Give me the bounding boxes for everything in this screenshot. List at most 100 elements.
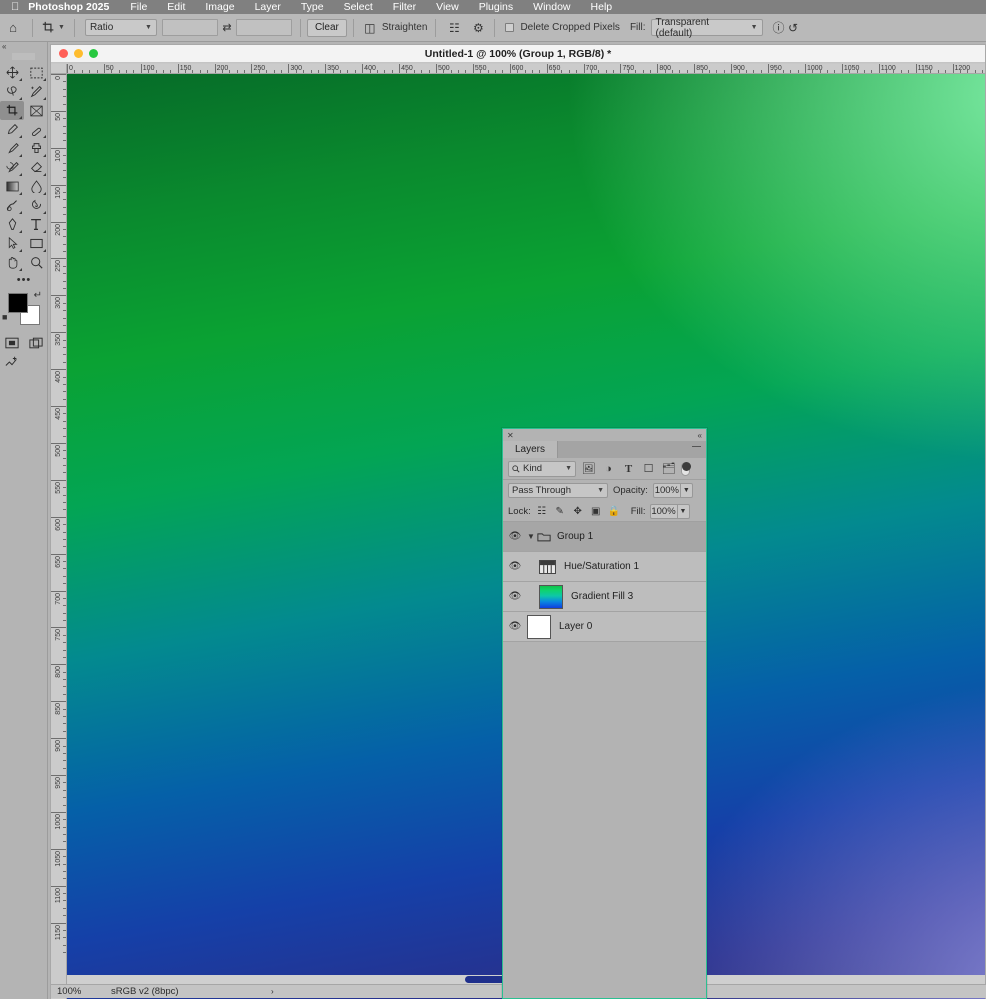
reset-icon[interactable]: ↺ [783,21,803,35]
apple-icon[interactable]:  [0,1,28,13]
ruler-tick [51,221,66,223]
table-row[interactable]: 👁 Gradient Fill 3 [503,582,706,612]
active-tool-picker[interactable]: ▼ [39,20,68,35]
hand-tool[interactable] [0,253,24,272]
menu-item-edit[interactable]: Edit [157,1,195,13]
document-titlebar[interactable]: Untitled-1 @ 100% (Group 1, RGB/8) * [51,45,985,63]
fill-select[interactable]: Transparent (default) ▼ [650,17,763,39]
fill-stepper[interactable]: 100% ▼ [649,503,690,519]
crop-tool[interactable] [0,101,24,120]
layer-thumbnail[interactable] [527,614,551,639]
opacity-stepper[interactable]: 100% ▼ [652,483,693,498]
opacity-value[interactable]: 100% [652,483,681,498]
delete-cropped-pixels-checkbox[interactable]: Delete Cropped Pixels [505,22,620,33]
chevron-down-icon[interactable]: ▼ [527,532,537,541]
frame-tool[interactable] [24,101,48,120]
gradient-thumbnail[interactable] [539,584,563,609]
edit-toolbar-icon[interactable] [0,352,48,372]
healing-brush-tool[interactable] [24,120,48,139]
menu-item-type[interactable]: Type [291,1,334,13]
blend-mode-select[interactable]: Pass Through ▼ [508,483,608,498]
table-row[interactable]: 👁 Layer 0 [503,612,706,642]
menu-item-filter[interactable]: Filter [383,1,426,13]
more-tools-button[interactable]: ••• [0,272,48,288]
eye-icon[interactable]: 👁 [503,621,527,632]
menu-item-image[interactable]: Image [195,1,244,13]
pixel-filter-icon[interactable]: 🖼 [581,462,596,475]
fill-value[interactable]: 100% [649,503,678,519]
quick-select-tool[interactable] [24,82,48,101]
brush-tool[interactable] [0,139,24,158]
crop-width-input[interactable] [161,19,218,36]
adjustment-filter-icon[interactable]: ◑ [601,463,616,475]
path-selection-tool[interactable] [0,234,24,253]
eye-icon[interactable]: 👁 [503,531,527,542]
lock-artboard-icon[interactable]: ▣ [589,506,603,517]
ruler-corner[interactable] [51,64,67,74]
tab-layers[interactable]: Layers [503,441,559,458]
menu-item-view[interactable]: View [426,1,469,13]
straighten-button[interactable]: ◫ Straighten [360,21,427,35]
eraser-tool[interactable] [24,158,48,177]
panel-grip[interactable] [12,53,35,60]
crop-height-input[interactable] [235,19,292,36]
filter-kind-select[interactable]: Kind ▼ [508,460,576,477]
type-tool[interactable] [24,215,48,234]
menu-item-file[interactable]: File [120,1,157,13]
lock-transparent-icon[interactable]: ☷ [535,506,549,517]
blur-tool[interactable] [24,177,48,196]
clone-stamp-tool[interactable] [24,139,48,158]
menu-item-help[interactable]: Help [581,1,623,13]
default-colors-icon[interactable]: ■ [2,312,7,322]
clear-button[interactable]: Clear [306,18,347,37]
dodge-tool[interactable] [0,196,24,215]
crop-ratio-select[interactable]: Ratio ▼ [84,19,157,36]
grid-overlay-icon[interactable]: ☷ [444,21,464,35]
menu-item-window[interactable]: Window [523,1,580,13]
eyedropper-tool[interactable] [0,120,24,139]
burn-tool[interactable] [24,196,48,215]
table-row[interactable]: 👁 Hue/Saturation 1 [503,552,706,582]
filter-enable-toggle[interactable] [681,461,691,476]
ruler-minor-tick [63,634,66,636]
table-row[interactable]: 👁 ▼ Group 1 [503,522,706,552]
foreground-color-swatch[interactable] [8,293,28,313]
collapse-icon[interactable]: « [698,431,702,440]
menu-item-select[interactable]: Select [334,1,383,13]
menu-item-plugins[interactable]: Plugins [469,1,523,13]
home-icon[interactable]: ⌂ [0,20,26,35]
swap-colors-icon[interactable]: ↵ [34,290,42,301]
close-icon[interactable]: ✕ [507,431,514,440]
quick-mask-icon[interactable] [0,334,24,352]
history-brush-tool[interactable] [0,158,24,177]
lasso-tool[interactable] [0,82,24,101]
panel-titlebar[interactable]: ✕ « [503,429,706,441]
hue-saturation-thumbnail[interactable] [539,559,556,574]
zoom-tool[interactable] [24,253,48,272]
move-tool[interactable] [0,63,24,82]
shape-tool[interactable] [24,234,48,253]
lock-position-icon[interactable]: ✥ [571,506,585,517]
ruler-minor-tick [63,472,66,474]
chevron-down-icon[interactable]: ▼ [680,483,693,498]
shape-filter-icon[interactable]: ☐ [641,462,656,475]
smart-object-filter-icon[interactable]: 🗂 [661,462,676,475]
app-name-label[interactable]: Photoshop 2025 [28,1,120,13]
lock-image-icon[interactable]: ✎ [553,506,567,517]
menu-item-layer[interactable]: Layer [245,1,291,13]
pen-tool[interactable] [0,215,24,234]
type-filter-icon[interactable]: T [621,463,636,475]
collapse-panel-icon[interactable]: « [0,42,47,52]
panel-menu-icon[interactable] [692,446,701,453]
lock-all-icon[interactable]: 🔒 [607,506,621,517]
chevron-down-icon[interactable]: ▼ [677,503,690,519]
gear-icon[interactable]: ⚙ [468,21,488,35]
eye-icon[interactable]: 👁 [503,591,527,602]
status-expand-icon[interactable]: › [271,987,274,996]
swap-arrows-icon[interactable]: ⇄ [218,21,236,34]
gradient-tool[interactable] [0,177,24,196]
zoom-level[interactable]: 100% [51,986,111,997]
screen-mode-icon[interactable] [24,334,48,352]
eye-icon[interactable]: 👁 [503,561,527,572]
marquee-tool[interactable] [24,63,48,82]
